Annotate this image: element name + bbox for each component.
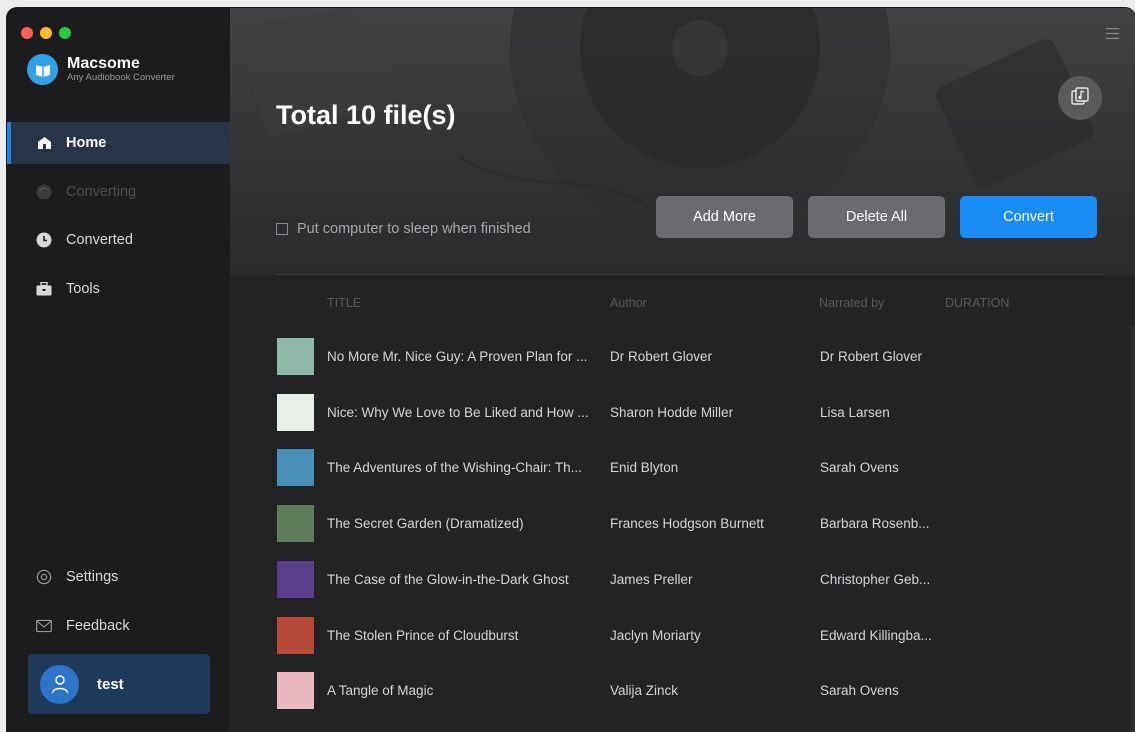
app-subtitle: Any Audiobook Converter	[67, 72, 175, 83]
row-author: Enid Blyton	[610, 460, 679, 476]
book-cover	[277, 338, 314, 375]
mail-icon	[36, 618, 52, 634]
sidebar-item-label: Settings	[66, 569, 119, 585]
sleep-option[interactable]: Put computer to sleep when finished	[276, 221, 531, 237]
row-title: A Tangle of Magic	[327, 683, 434, 699]
delete-all-button[interactable]: Delete All	[808, 196, 945, 238]
row-author: Sharon Hodde Miller	[610, 404, 734, 420]
header-divider	[276, 274, 1104, 275]
row-author: Valija Zinck	[610, 683, 679, 699]
app-name: Macsome	[67, 55, 140, 72]
scrollbar[interactable]	[1130, 326, 1135, 732]
table-row[interactable]: A Tangle of Magic Valija Zinck Sarah Ovens	[230, 664, 1135, 720]
sleep-checkbox[interactable]	[276, 223, 288, 235]
column-header-title[interactable]: TITLE	[327, 296, 361, 310]
table-row[interactable]: No More Mr. Nice Guy: A Proven Plan for …	[230, 330, 1135, 386]
window-controls	[21, 27, 71, 39]
book-cover	[277, 449, 314, 487]
sleep-label: Put computer to sleep when finished	[297, 221, 531, 237]
sidebar-item-label: Home	[66, 135, 107, 151]
row-narrator: Lisa Larsen	[820, 404, 890, 420]
row-narrator: Sarah Ovens	[820, 460, 899, 476]
sidebar-item-converted[interactable]: Converted	[7, 219, 230, 261]
sidebar-item-settings[interactable]: Settings	[7, 556, 230, 598]
row-author: Jaclyn Moriarty	[610, 627, 701, 643]
music-note-icon	[1071, 86, 1089, 110]
row-narrator: Dr Robert Glover	[820, 349, 923, 364]
sidebar-item-feedback[interactable]: Feedback	[7, 605, 230, 647]
row-narrator: Christopher Geb...	[820, 571, 931, 587]
book-cover	[277, 560, 314, 598]
row-author: James Preller	[610, 571, 693, 587]
table-row[interactable]: Nice: Why We Love to Be Liked and How ..…	[230, 386, 1135, 442]
book-cover	[277, 393, 314, 431]
book-cover	[277, 616, 314, 654]
import-music-button[interactable]	[1058, 76, 1102, 120]
app-window: Macsome Any Audiobook Converter Home Con…	[7, 8, 1135, 732]
row-title: The Stolen Prince of Cloudburst	[327, 627, 519, 643]
column-header-narrated[interactable]: Narrated by	[819, 296, 884, 310]
converting-icon	[36, 184, 52, 200]
table-row[interactable]: The Stolen Prince of Cloudburst Jaclyn Mo…	[230, 609, 1135, 665]
avatar-icon	[40, 664, 79, 704]
toolbox-icon	[36, 281, 52, 297]
book-cover	[277, 672, 314, 710]
page-title: Total 10 file(s)	[276, 100, 456, 130]
main-panel: Total 10 file(s) Put computer to sleep w…	[230, 8, 1135, 732]
sidebar-item-tools[interactable]: Tools	[7, 268, 230, 310]
minimize-window-button[interactable]	[40, 27, 52, 39]
menu-icon[interactable]	[1106, 26, 1119, 39]
zoom-window-button[interactable]	[59, 27, 71, 39]
add-more-button[interactable]: Add More	[656, 196, 793, 238]
sidebar: Macsome Any Audiobook Converter Home Con…	[7, 8, 230, 732]
table-row[interactable]: The Adventures of the Wishing-Chair: Th.…	[230, 441, 1135, 497]
table-row[interactable]: The Case of the Glow-in-the-Dark Ghost Ja…	[230, 553, 1135, 609]
clock-icon	[36, 232, 52, 248]
header-banner: Total 10 file(s) Put computer to sleep w…	[230, 8, 1135, 275]
sidebar-item-label: Converted	[66, 232, 133, 248]
row-author: Frances Hodgson Burnett	[610, 516, 764, 532]
sidebar-item-label: Feedback	[66, 618, 130, 634]
app-brand: Macsome Any Audiobook Converter	[27, 54, 175, 85]
row-narrator: Barbara Rosenb...	[820, 516, 930, 532]
row-title: The Secret Garden (Dramatized)	[327, 516, 524, 532]
app-logo-icon	[27, 54, 58, 85]
sidebar-item-label: Tools	[66, 281, 100, 297]
column-header-duration[interactable]: DURATION	[945, 296, 1009, 310]
user-account[interactable]: test	[28, 654, 210, 714]
row-title: No More Mr. Nice Guy: A Proven Plan for …	[327, 349, 588, 364]
book-cover	[277, 505, 314, 543]
row-narrator: Sarah Ovens	[820, 683, 899, 699]
user-name: test	[97, 675, 124, 693]
row-title: Nice: Why We Love to Be Liked and How ..…	[327, 404, 589, 420]
row-title: The Adventures of the Wishing-Chair: Th.…	[327, 460, 582, 476]
convert-button[interactable]: Convert	[960, 196, 1097, 238]
row-author: Dr Robert Glover	[610, 349, 713, 364]
settings-icon	[36, 569, 52, 585]
home-icon	[36, 135, 52, 151]
table-row[interactable]: The Secret Garden (Dramatized) Frances Ho…	[230, 497, 1135, 553]
row-narrator: Edward Killingba...	[820, 627, 932, 643]
close-window-button[interactable]	[21, 27, 33, 39]
sidebar-item-label: Converting	[66, 184, 137, 200]
sidebar-item-home[interactable]: Home	[7, 122, 230, 164]
row-title: The Case of the Glow-in-the-Dark Ghost	[327, 571, 569, 587]
sidebar-item-converting[interactable]: Converting	[7, 171, 230, 213]
column-header-author[interactable]: Author	[610, 296, 647, 310]
